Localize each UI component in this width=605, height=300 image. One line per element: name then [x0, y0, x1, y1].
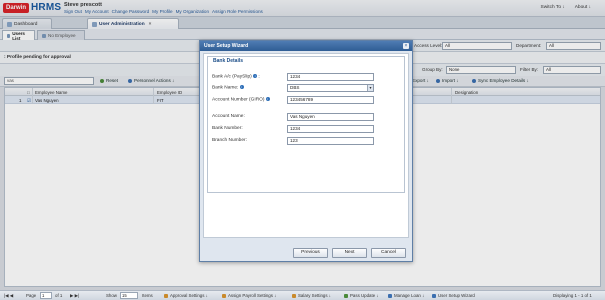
account-number-label: Account Number (GIRO) i [212, 97, 272, 103]
account-number-input[interactable]: 123456789 [287, 96, 374, 104]
display-count: Displaying 1 - 1 of 1 [553, 293, 592, 298]
account-name-input[interactable]: Vas Nguyen [287, 113, 374, 121]
info-icon[interactable]: i [265, 97, 270, 101]
loan-icon [388, 293, 392, 298]
dialog-footer: Previous Next Cancel [203, 241, 409, 261]
show-label: Show [106, 293, 117, 298]
bank-name-select[interactable]: DBS ▼ [287, 84, 374, 92]
action-label: User Setup Wizard [438, 293, 475, 298]
wizard-icon [432, 293, 436, 298]
close-icon[interactable]: × [403, 43, 409, 49]
next-page-icon[interactable]: ▶ ▶| [70, 293, 79, 299]
bank-details-legend: Bank Details [212, 58, 245, 64]
chevron-down-icon[interactable]: ▼ [367, 85, 373, 91]
user-setup-wizard-dialog: User Setup Wizard × Bank Details Bank A/… [199, 40, 413, 262]
bank-ac-label: Bank A/c (PaySlip) i : [212, 74, 260, 80]
action-label: Assign Payroll Settings ↓ [228, 293, 277, 298]
page-count: of 1 [55, 293, 63, 298]
bank-name-label: Bank Name: i [212, 85, 244, 90]
manage-loan-button[interactable]: Manage Loan ↓ [388, 293, 424, 298]
page-input[interactable]: 1 [40, 292, 52, 299]
user-setup-wizard-button[interactable]: User Setup Wizard [432, 293, 475, 298]
field-label: Bank Name: [212, 85, 239, 91]
bank-number-label: Bank Number: [212, 126, 243, 131]
field-label: Account Number (GIRO) [212, 97, 265, 103]
previous-button[interactable]: Previous [293, 248, 328, 258]
next-button[interactable]: Next [332, 248, 367, 258]
salary-settings-button[interactable]: Salary Settings ↓ [292, 293, 331, 298]
action-label: Pass Update ↓ [350, 293, 379, 298]
field-label: Bank A/c (PaySlip) [212, 74, 252, 80]
branch-number-input[interactable]: 123 [287, 137, 374, 145]
approval-settings-button[interactable]: Approval Settings ↓ [164, 293, 208, 298]
action-label: Approval Settings ↓ [170, 293, 208, 298]
payroll-icon [222, 293, 226, 298]
items-label: Items [142, 293, 153, 298]
branch-number-label: Branch Number: [212, 138, 247, 143]
bottom-toolbar: |◀ ◀ Page 1 of 1 ▶ ▶| Show 15 Items Appr… [0, 290, 605, 300]
pass-update-button[interactable]: Pass Update ↓ [344, 293, 379, 298]
page-size-select[interactable]: 15 [120, 292, 138, 299]
assign-payroll-settings-button[interactable]: Assign Payroll Settings ↓ [222, 293, 276, 298]
salary-icon [292, 293, 296, 298]
info-icon[interactable]: i [253, 74, 258, 78]
page-label: Page [26, 293, 37, 298]
bank-name-value: DBS [290, 85, 300, 90]
settings-icon [164, 293, 168, 298]
account-name-label: Account Name: [212, 114, 245, 119]
dialog-title: User Setup Wizard [200, 41, 412, 51]
bank-number-input[interactable]: 1234 [287, 125, 374, 133]
bank-ac-input[interactable]: 1234 [287, 73, 374, 81]
info-icon[interactable]: i [239, 85, 244, 89]
cancel-button[interactable]: Cancel [371, 248, 406, 258]
action-label: Salary Settings ↓ [298, 293, 331, 298]
pass-icon [344, 293, 348, 298]
first-page-icon[interactable]: |◀ ◀ [4, 293, 13, 299]
action-label: Manage Loan ↓ [394, 293, 425, 298]
dialog-body: Bank Details Bank A/c (PaySlip) i : 1234… [203, 53, 409, 238]
bank-details-fieldset: Bank Details Bank A/c (PaySlip) i : 1234… [207, 56, 405, 193]
